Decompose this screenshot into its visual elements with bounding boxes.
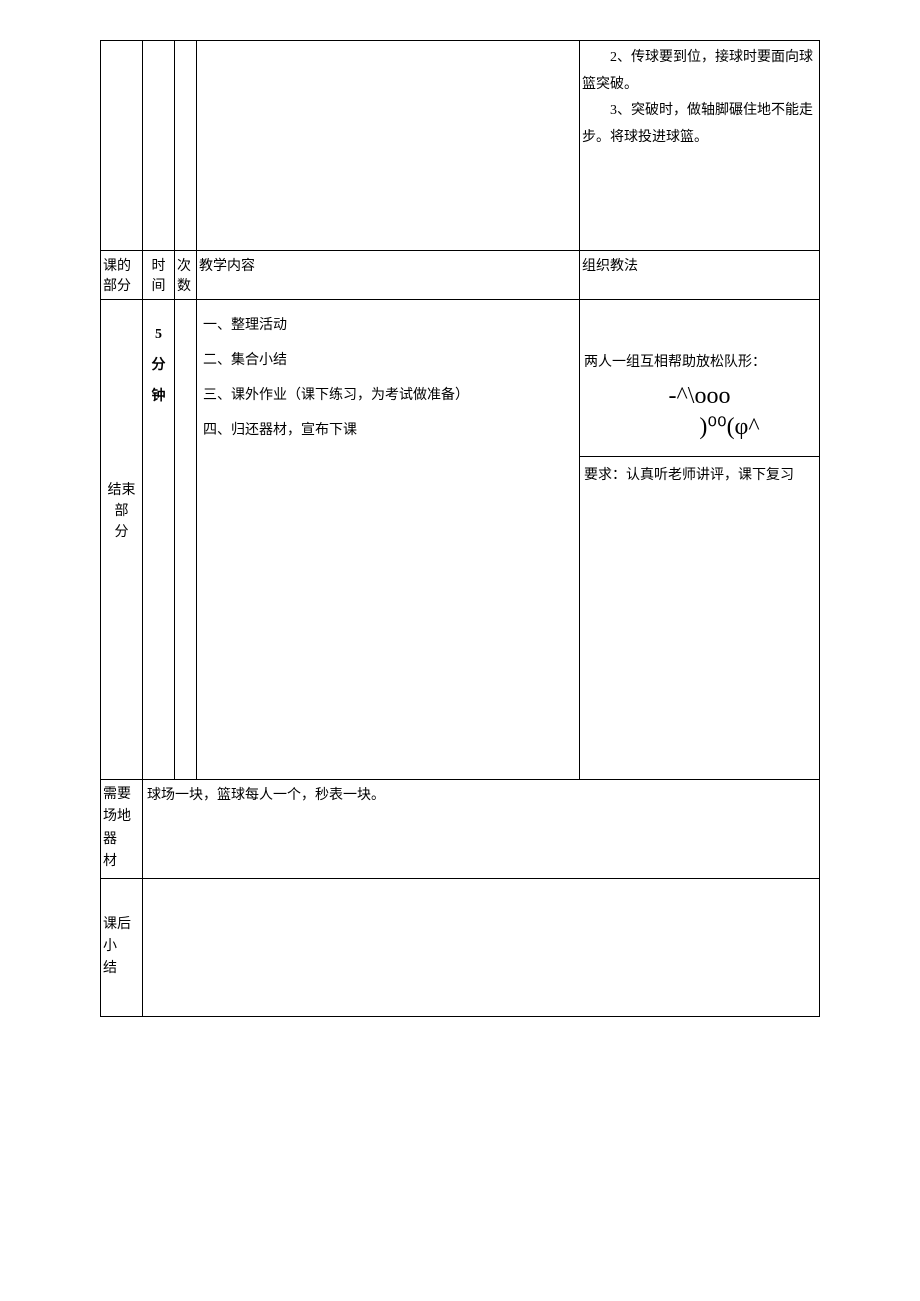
header-row: 课的部分 时间 次数 教学内容 组织教法 <box>101 251 820 300</box>
top-row: 2、传球要到位，接球时要面向球篮突破。 3、突破时，做轴脚碾住地不能走步。将球投… <box>101 41 820 251</box>
equipment-value: 球场一块，篮球每人一个，秒表一块。 <box>143 780 820 879</box>
instruction-3: 3、突破时，做轴脚碾住地不能走步。将球投进球篮。 <box>582 98 817 151</box>
top-col1 <box>101 41 143 251</box>
end-part-label: 结束部 分 <box>101 300 143 780</box>
end-time: 5 分 钟 <box>143 300 175 780</box>
header-time: 时间 <box>143 251 175 300</box>
end-item-3: 三、课外作业（课下练习，为考试做准备） <box>203 378 573 413</box>
summary-value <box>143 878 820 1016</box>
end-org: 两人一组互相帮助放松队形： -^\ooo )⁰⁰(φ^ 要求：认真听老师讲评，课… <box>580 300 820 780</box>
end-item-1: 一、整理活动 <box>203 308 573 343</box>
org-block-1: 两人一组互相帮助放松队形： -^\ooo )⁰⁰(φ^ <box>580 300 819 457</box>
org-block-2: 要求：认真听老师讲评，课下复习 <box>580 457 819 494</box>
top-col2 <box>143 41 175 251</box>
equipment-label: 需要 场地器 材 <box>101 780 143 879</box>
lesson-plan-table: 2、传球要到位，接球时要面向球篮突破。 3、突破时，做轴脚碾住地不能走步。将球投… <box>100 40 820 1017</box>
summary-l2: 结 <box>103 961 117 976</box>
header-part: 课的部分 <box>101 251 143 300</box>
summary-label: 课后小 结 <box>101 878 143 1016</box>
equip-l1: 需要 <box>103 787 131 802</box>
header-count: 次数 <box>175 251 197 300</box>
header-org: 组织教法 <box>580 251 820 300</box>
diagram-line-2: )⁰⁰(φ^ <box>584 412 815 443</box>
end-time-l3: 钟 <box>152 389 166 404</box>
end-item-4: 四、归还器材，宣布下课 <box>203 413 573 448</box>
end-count <box>175 300 197 780</box>
end-time-l2: 分 <box>152 358 166 373</box>
diagram-line-1: -^\ooo <box>584 381 815 412</box>
equipment-row: 需要 场地器 材 球场一块，篮球每人一个，秒表一块。 <box>101 780 820 879</box>
end-content: 一、整理活动 二、集合小结 三、课外作业（课下练习，为考试做准备） 四、归还器材… <box>197 300 580 780</box>
end-part-l2: 分 <box>115 525 129 540</box>
org-requirement: 要求：认真听老师讲评，课下复习 <box>584 463 815 488</box>
org-intro: 两人一组互相帮助放松队形： <box>584 350 815 375</box>
top-col4 <box>197 41 580 251</box>
top-instructions: 2、传球要到位，接球时要面向球篮突破。 3、突破时，做轴脚碾住地不能走步。将球投… <box>580 41 820 251</box>
instruction-2: 2、传球要到位，接球时要面向球篮突破。 <box>582 45 817 98</box>
top-col3 <box>175 41 197 251</box>
summary-l1: 课后小 <box>103 917 131 954</box>
end-part-l1: 结束部 <box>108 483 136 519</box>
equip-l2: 场地器 <box>103 809 131 846</box>
summary-row: 课后小 结 <box>101 878 820 1016</box>
equip-l3: 材 <box>103 854 117 869</box>
end-section-row: 结束部 分 5 分 钟 一、整理活动 二、集合小结 三、课外作业（课下练习，为考… <box>101 300 820 780</box>
end-time-l1: 5 <box>155 327 162 342</box>
end-item-2: 二、集合小结 <box>203 343 573 378</box>
header-content: 教学内容 <box>197 251 580 300</box>
formation-diagram: -^\ooo )⁰⁰(φ^ <box>584 375 815 449</box>
